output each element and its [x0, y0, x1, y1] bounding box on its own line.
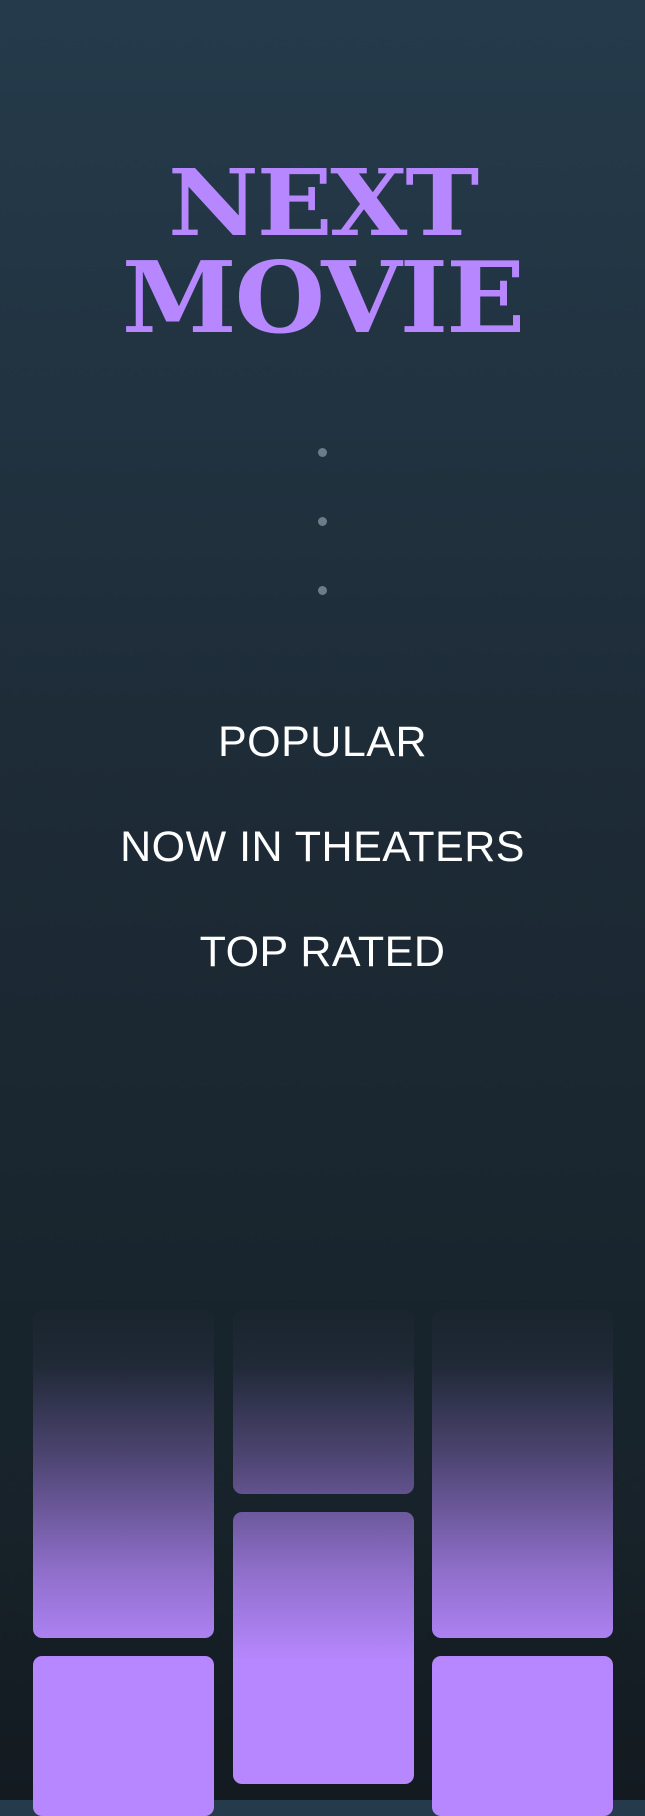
poster-tile	[233, 1310, 414, 1494]
poster-tile	[432, 1656, 613, 1816]
menu-item-top-rated[interactable]: TOP RATED	[0, 922, 645, 1027]
poster-tile	[233, 1512, 414, 1784]
loading-dot	[318, 517, 327, 526]
menu-item-now-in-theaters[interactable]: NOW IN THEATERS	[0, 817, 645, 922]
poster-grid-fade	[0, 1300, 645, 1660]
poster-tile	[33, 1310, 214, 1638]
menu-item-popular[interactable]: POPULAR	[0, 712, 645, 817]
poster-tile	[33, 1656, 214, 1816]
app-logo: NEXT MOVIE	[0, 149, 645, 357]
loading-dot	[318, 448, 327, 457]
loading-dot	[318, 586, 327, 595]
poster-tile	[432, 1310, 613, 1638]
category-menu: POPULAR NOW IN THEATERS TOP RATED	[0, 712, 645, 1027]
logo-line-movie: MOVIE	[121, 241, 526, 357]
logo-line-next: NEXT	[168, 149, 479, 258]
